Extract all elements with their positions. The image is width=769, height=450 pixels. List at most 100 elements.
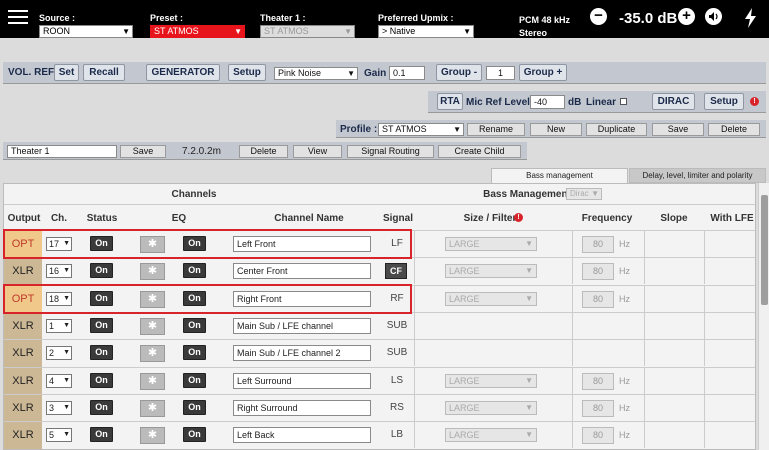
status-on-button[interactable]: On — [90, 290, 113, 306]
channel-name-input[interactable]: Left Surround — [233, 372, 371, 389]
eq-on-button[interactable]: On — [183, 345, 206, 361]
gear-icon[interactable]: ✱ — [140, 236, 165, 253]
size-filter-select[interactable]: LARGE ▼ — [445, 400, 537, 415]
profile-save-button[interactable]: Save — [652, 123, 704, 136]
channel-name-input[interactable]: Center Front — [233, 263, 371, 280]
status-on-button[interactable]: On — [90, 345, 113, 361]
status-on-button[interactable]: On — [90, 263, 113, 279]
eq-on-button[interactable]: On — [183, 427, 206, 443]
vol-ref-recall-button[interactable]: Recall — [83, 64, 125, 81]
col-output: Output — [7, 213, 41, 224]
view-button[interactable]: View — [293, 145, 342, 158]
size-filter-select[interactable]: LARGE ▼ — [445, 373, 537, 388]
profile-new-button[interactable]: New — [530, 123, 582, 136]
speaker-icon[interactable] — [705, 8, 722, 25]
profile-select[interactable]: ST ATMOS ▼ — [378, 123, 464, 136]
rta-button[interactable]: RTA — [437, 93, 463, 110]
tab-bass-management[interactable]: Bass management — [491, 168, 628, 183]
vol-ref-set-button[interactable]: Set — [54, 64, 79, 81]
gear-icon[interactable]: ✱ — [140, 427, 165, 445]
eq-on-button[interactable]: On — [183, 263, 206, 279]
gear-icon[interactable]: ✱ — [140, 263, 165, 281]
eq-on-button[interactable]: On — [183, 317, 206, 333]
channel-name-input[interactable]: Main Sub / LFE channel — [233, 317, 371, 334]
scrollbar[interactable] — [758, 183, 769, 450]
size-filter-select[interactable]: LARGE ▼ — [445, 237, 537, 251]
profile-rename-button[interactable]: Rename — [467, 123, 525, 136]
theater-select[interactable]: ST ATMOS ▼ — [260, 25, 355, 38]
frequency-input[interactable]: 80 — [582, 263, 614, 281]
frequency-input[interactable]: 80 — [582, 290, 614, 308]
frequency-input[interactable]: 80 — [582, 372, 614, 390]
group-minus-button[interactable]: Group - — [436, 64, 482, 81]
gear-icon[interactable]: ✱ — [140, 290, 165, 308]
signal-label: SUB — [386, 319, 408, 331]
signal-label: LS — [390, 374, 404, 386]
channel-number-select[interactable]: 5 ▼ — [46, 428, 72, 443]
signal-button[interactable]: CF — [385, 263, 407, 280]
volume-down-button[interactable]: − — [590, 8, 607, 25]
gear-icon[interactable]: ✱ — [140, 345, 165, 363]
bass-mode-select[interactable]: Dirac ▼ — [566, 188, 602, 200]
noise-select[interactable]: Pink Noise ▼ — [274, 67, 358, 80]
eq-on-button[interactable]: On — [183, 236, 206, 251]
group-plus-button[interactable]: Group + — [519, 64, 567, 81]
output-type: XLR — [4, 394, 42, 422]
lightning-icon[interactable] — [743, 8, 759, 31]
channel-number-select[interactable]: 17 ▼ — [46, 237, 72, 251]
size-filter-select[interactable]: LARGE ▼ — [445, 291, 537, 306]
gear-icon[interactable]: ✱ — [140, 399, 165, 417]
channel-number-select[interactable]: 4 ▼ — [46, 373, 72, 388]
dirac-button[interactable]: DIRAC — [652, 93, 695, 110]
tab-delay-level[interactable]: Delay, level, limiter and polarity — [629, 168, 766, 183]
gain-input[interactable]: 0.1 — [389, 66, 425, 80]
channel-number-select[interactable]: 16 ▼ — [46, 264, 72, 279]
signal-routing-button[interactable]: Signal Routing — [347, 145, 434, 158]
status-on-button[interactable]: On — [90, 372, 113, 388]
eq-on-button[interactable]: On — [183, 399, 206, 415]
status-on-button[interactable]: On — [90, 317, 113, 333]
status-on-button[interactable]: On — [90, 399, 113, 415]
generator-setup-button[interactable]: Setup — [228, 64, 266, 81]
channel-name-input[interactable]: Left Back — [233, 427, 371, 444]
gear-icon[interactable]: ✱ — [140, 372, 165, 390]
profile-delete-button[interactable]: Delete — [708, 123, 760, 136]
channel-number-select[interactable]: 3 ▼ — [46, 400, 72, 415]
frequency-input[interactable]: 80 — [582, 236, 614, 253]
hamburger-icon[interactable] — [8, 10, 28, 26]
dirac-setup-button[interactable]: Setup — [704, 93, 744, 110]
eq-on-button[interactable]: On — [183, 290, 206, 306]
channel-name-input[interactable]: Right Surround — [233, 399, 371, 416]
eq-on-button[interactable]: On — [183, 372, 206, 388]
frequency-input[interactable]: 80 — [582, 427, 614, 445]
linear-checkbox[interactable] — [620, 98, 627, 105]
profile-duplicate-button[interactable]: Duplicate — [586, 123, 647, 136]
create-child-button[interactable]: Create Child — [438, 145, 521, 158]
theater-name-input[interactable]: Theater 1 — [7, 145, 117, 158]
theater-save-button[interactable]: Save — [120, 145, 166, 158]
group-input[interactable]: 1 — [486, 66, 515, 80]
col-ch: Ch. — [50, 213, 68, 224]
size-filter-select[interactable]: LARGE ▼ — [445, 264, 537, 279]
gear-icon[interactable]: ✱ — [140, 317, 165, 335]
upmix-select[interactable]: > Native ▼ — [378, 25, 474, 38]
channel-name-input[interactable]: Left Front — [233, 236, 371, 252]
channel-name-input[interactable]: Right Front — [233, 290, 371, 307]
scrollbar-thumb[interactable] — [761, 195, 768, 305]
generator-button[interactable]: GENERATOR — [146, 64, 220, 81]
size-filter-select[interactable]: LARGE ▼ — [445, 428, 537, 443]
status-on-button[interactable]: On — [90, 236, 113, 251]
channel-number-select[interactable]: 2 ▼ — [46, 346, 72, 361]
format-channels: Stereo — [519, 28, 548, 38]
frequency-input[interactable]: 80 — [582, 399, 614, 417]
channel-name-input[interactable]: Main Sub / LFE channel 2 — [233, 345, 371, 362]
signal-label: SUB — [386, 347, 408, 359]
preset-select[interactable]: ST ATMOS ▼ — [150, 25, 245, 38]
theater-delete-button[interactable]: Delete — [239, 145, 288, 158]
channel-number-select[interactable]: 18 ▼ — [46, 291, 72, 306]
status-on-button[interactable]: On — [90, 427, 113, 443]
volume-up-button[interactable]: + — [678, 8, 695, 25]
channels-table: Channels Bass Management Dirac ▼ Output C… — [3, 183, 756, 450]
channel-number-select[interactable]: 1 ▼ — [46, 318, 72, 333]
mic-ref-input[interactable]: -40 — [530, 95, 565, 109]
